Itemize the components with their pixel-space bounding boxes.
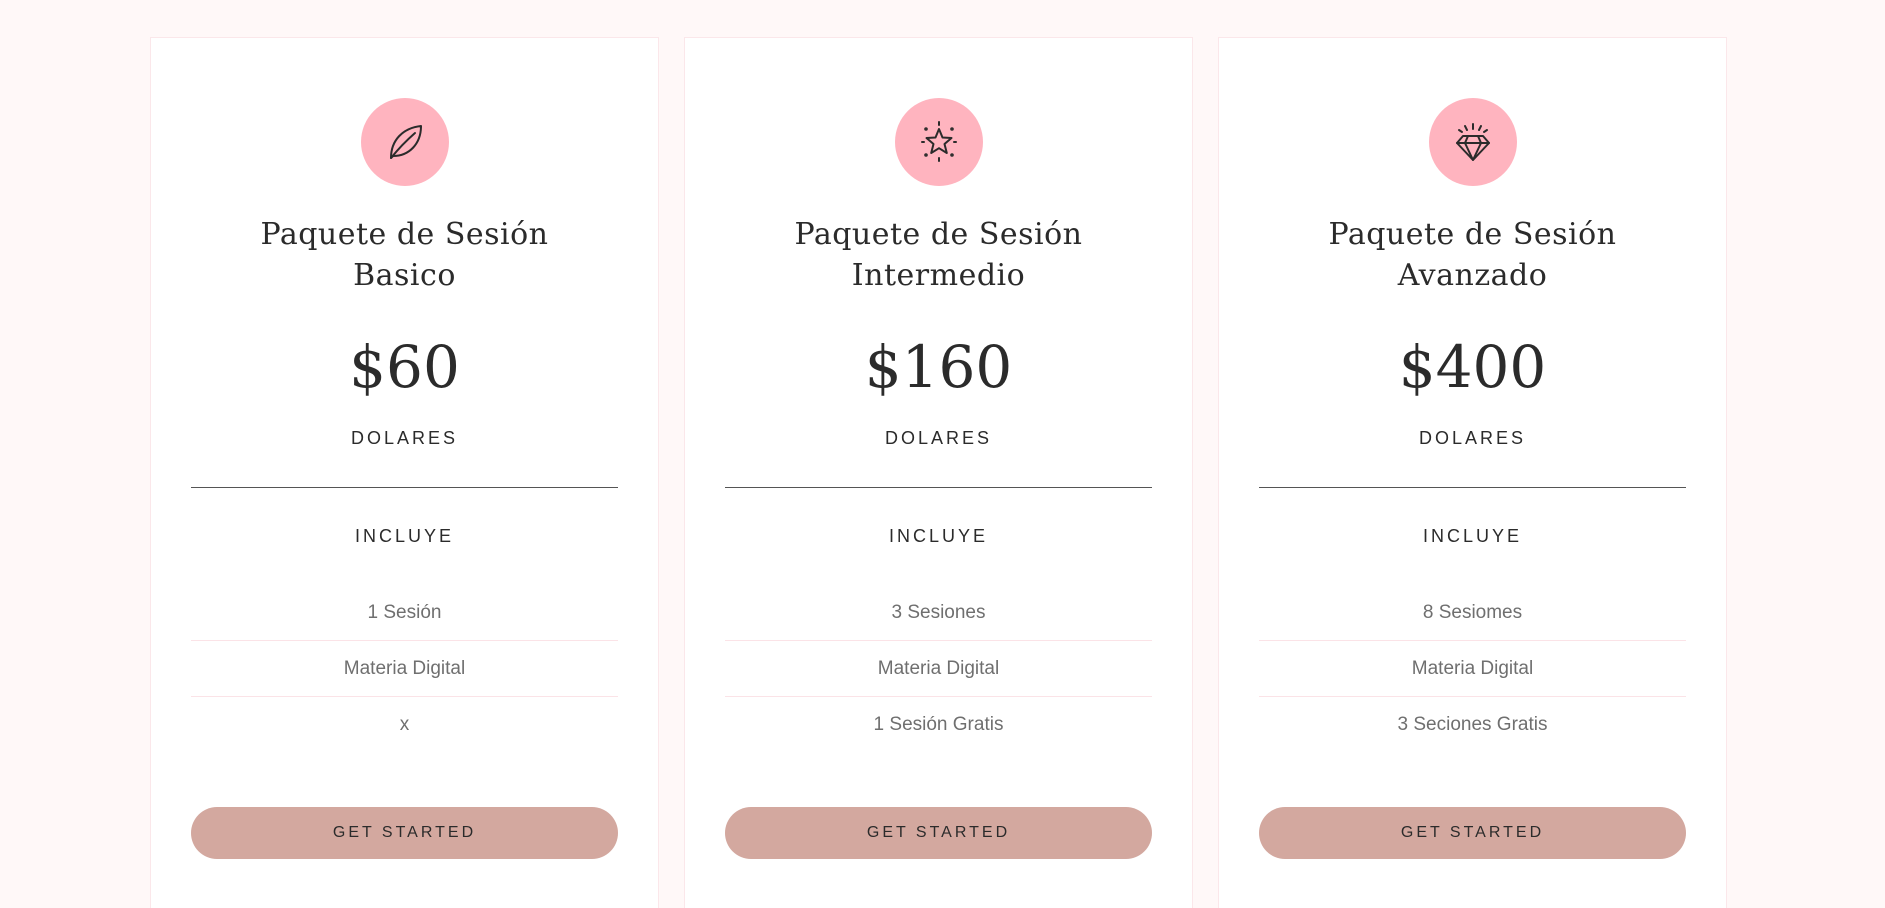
star-icon — [894, 98, 983, 186]
plan-currency: DOLARES — [350, 428, 459, 448]
feature-list: 8 Sesiomes Materia Digital 3 Seciones Gr… — [1259, 585, 1686, 753]
plan-price: $160 — [864, 333, 1013, 401]
plan-currency: DOLARES — [1418, 428, 1527, 448]
feature-item: 3 Seciones Gratis — [1397, 714, 1548, 735]
divider — [725, 487, 1152, 488]
plan-price: $400 — [1398, 333, 1547, 401]
includes-label: INCLUYE — [354, 526, 455, 546]
pricing-card-basico: Paquete de Sesión Basico $60 DOLARES INC… — [150, 37, 659, 908]
feature-item: 8 Sesiomes — [1259, 585, 1686, 641]
feature-item: Materia Digital — [191, 641, 618, 697]
pricing-card-avanzado: Paquete de Sesión Avanzado $400 DOLARES … — [1218, 37, 1727, 908]
pricing-cards: Paquete de Sesión Basico $60 DOLARES INC… — [150, 37, 1727, 908]
divider — [191, 487, 618, 488]
diamond-icon — [1428, 98, 1517, 186]
feature-item: 3 Sesiones — [725, 585, 1152, 641]
plan-title: Paquete de Sesión Intermedio — [794, 217, 1083, 293]
feature-item: Materia Digital — [1259, 641, 1686, 697]
feature-item: 1 Sesión — [191, 585, 618, 641]
includes-label: INCLUYE — [1422, 526, 1523, 546]
leaf-icon — [360, 98, 449, 186]
divider — [1259, 487, 1686, 488]
feature-item: 1 Sesión Gratis — [873, 714, 1004, 735]
plan-title: Paquete de Sesión Basico — [260, 217, 549, 293]
feature-list: 1 Sesión Materia Digital x — [191, 585, 618, 753]
includes-label: INCLUYE — [888, 526, 989, 546]
get-started-button[interactable]: GET STARTED — [191, 807, 618, 859]
feature-item: x — [399, 714, 410, 735]
feature-item: Materia Digital — [725, 641, 1152, 697]
get-started-button[interactable]: GET STARTED — [725, 807, 1152, 859]
get-started-button[interactable]: GET STARTED — [1259, 807, 1686, 859]
feature-list: 3 Sesiones Materia Digital 1 Sesión Grat… — [725, 585, 1152, 753]
plan-price: $60 — [349, 333, 460, 401]
plan-title: Paquete de Sesión Avanzado — [1328, 217, 1617, 293]
pricing-card-intermedio: Paquete de Sesión Intermedio $160 DOLARE… — [684, 37, 1193, 908]
plan-currency: DOLARES — [884, 428, 993, 448]
